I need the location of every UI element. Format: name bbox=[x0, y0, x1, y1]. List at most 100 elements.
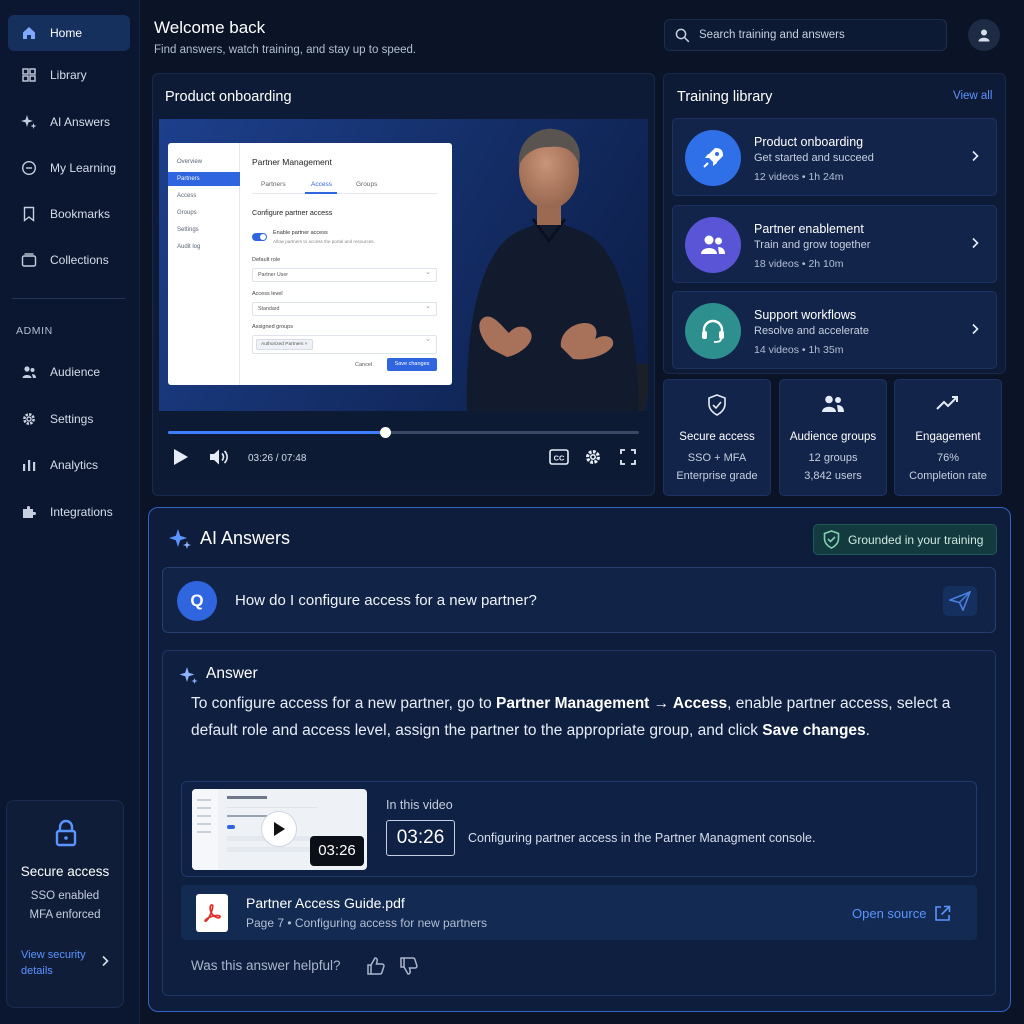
document-meta: Page 7 • Configuring access for new part… bbox=[246, 916, 487, 930]
mock-nav-item: Groups bbox=[177, 210, 197, 216]
library-icon bbox=[20, 66, 38, 84]
grounded-badge: Grounded in your training bbox=[813, 524, 997, 555]
sidebar-item-label: Library bbox=[50, 68, 87, 82]
learning-icon bbox=[20, 159, 38, 177]
volume-icon[interactable] bbox=[209, 448, 229, 466]
course-card-support-workflows[interactable]: Support workflows Resolve and accelerate… bbox=[672, 291, 997, 369]
sidebar-item-my-learning[interactable]: My Learning bbox=[8, 150, 130, 186]
group-icon bbox=[780, 394, 886, 414]
answer-text-part: To configure access for a new partner, g… bbox=[191, 695, 497, 712]
play-icon[interactable] bbox=[261, 811, 297, 847]
secure-access-card: Secure access SSO enabled MFA enforced V… bbox=[6, 800, 124, 1008]
sidebar-item-label: My Learning bbox=[50, 161, 117, 175]
pdf-file-icon bbox=[196, 894, 228, 932]
page-subtitle: Find answers, watch training, and stay u… bbox=[154, 44, 417, 56]
video-player[interactable]: Overview Partners Access Groups Settings… bbox=[159, 119, 648, 411]
course-name: Partner enablement bbox=[754, 222, 864, 236]
mock-nav-item: Partners bbox=[168, 172, 240, 186]
mock-nav: Overview Partners Access Groups Settings… bbox=[168, 143, 240, 385]
trend-icon bbox=[895, 394, 1001, 412]
mock-tab-underline bbox=[305, 192, 337, 194]
course-tagline: Train and grow together bbox=[754, 239, 871, 251]
mock-chip: Authorized Partners × bbox=[256, 339, 313, 350]
stat-card-secure-access: Secure access SSO + MFA Enterprise grade bbox=[663, 379, 771, 496]
stat-line: Enterprise grade bbox=[676, 470, 758, 482]
thumbs-up-icon[interactable] bbox=[366, 956, 386, 976]
send-icon[interactable] bbox=[943, 586, 977, 616]
video-progress-bar[interactable] bbox=[168, 427, 639, 438]
sidebar-item-integrations[interactable]: Integrations bbox=[8, 494, 130, 530]
sidebar-item-label: Bookmarks bbox=[50, 207, 111, 221]
stat-title: Engagement bbox=[915, 431, 981, 443]
mock-tab-divider bbox=[252, 193, 437, 194]
document-name[interactable]: Partner Access Guide.pdf bbox=[246, 895, 405, 911]
external-link-icon[interactable] bbox=[934, 905, 951, 922]
video-controls: 03:26 / 07:48 CC bbox=[159, 411, 648, 481]
bookmark-icon bbox=[20, 205, 38, 223]
mock-nav-item: Settings bbox=[177, 227, 199, 233]
shield-check-icon bbox=[823, 530, 840, 549]
stat-card-audience-groups: Audience groups 12 groups 3,842 users bbox=[779, 379, 887, 496]
mock-nav-item: Access bbox=[177, 193, 197, 199]
in-this-video-label: In this video bbox=[386, 798, 453, 812]
mock-nav-item: Audit log bbox=[177, 244, 201, 250]
secure-card-title: Secure access bbox=[20, 864, 110, 879]
sidebar-item-label: AI Answers bbox=[50, 115, 111, 129]
sidebar-item-settings[interactable]: Settings bbox=[8, 401, 130, 437]
mock-label: Default role bbox=[252, 257, 281, 263]
search-icon bbox=[675, 28, 690, 43]
course-meta: 18 videos • 2h 10m bbox=[754, 258, 844, 270]
avatar[interactable] bbox=[968, 19, 1000, 51]
sidebar-item-ai-answers[interactable]: AI Answers bbox=[8, 104, 130, 140]
sidebar-item-collections[interactable]: Collections bbox=[8, 242, 130, 278]
settings-gear-icon[interactable] bbox=[584, 448, 602, 466]
mock-tab: Groups bbox=[356, 181, 378, 188]
sidebar-item-audience[interactable]: Audience bbox=[8, 354, 130, 390]
play-icon[interactable] bbox=[173, 448, 189, 466]
sparkle-icon bbox=[168, 527, 192, 551]
thumbs-down-icon[interactable] bbox=[399, 956, 419, 976]
course-name: Product onboarding bbox=[754, 135, 864, 149]
view-security-details-link[interactable]: View security details bbox=[21, 947, 101, 979]
svg-text:CC: CC bbox=[554, 454, 565, 463]
search-input[interactable]: Search training and answers bbox=[664, 19, 947, 51]
mock-section: Configure partner access bbox=[252, 208, 333, 217]
chevron-right-icon[interactable] bbox=[101, 955, 109, 967]
chevron-right-icon bbox=[971, 323, 979, 335]
course-card-partner-enablement[interactable]: Partner enablement Train and grow togeth… bbox=[672, 205, 997, 283]
course-card-product-onboarding[interactable]: Product onboarding Get started and succe… bbox=[672, 118, 997, 196]
mock-select: Partner User bbox=[252, 267, 437, 282]
course-tagline: Get started and succeed bbox=[754, 152, 874, 164]
view-all-link[interactable]: View all bbox=[953, 90, 992, 102]
fullscreen-icon[interactable] bbox=[620, 449, 636, 465]
captions-icon[interactable]: CC bbox=[549, 449, 569, 465]
audience-icon bbox=[20, 363, 38, 381]
training-library-title: Training library bbox=[677, 89, 773, 105]
mock-label: Assigned groups bbox=[252, 324, 293, 330]
analytics-icon bbox=[20, 456, 38, 474]
sidebar-item-label: Collections bbox=[50, 253, 109, 267]
mock-tab: Access bbox=[311, 181, 332, 188]
sparkle-icon bbox=[179, 666, 199, 686]
stat-line: 3,842 users bbox=[804, 470, 862, 482]
open-source-link[interactable]: Open source bbox=[852, 906, 926, 921]
question-text[interactable]: How do I configure access for a new part… bbox=[235, 592, 537, 609]
sidebar-item-home[interactable]: Home bbox=[8, 15, 130, 51]
stat-line: 12 groups bbox=[808, 452, 858, 464]
question-box[interactable]: Q How do I configure access for a new pa… bbox=[162, 567, 996, 633]
sidebar-item-analytics[interactable]: Analytics bbox=[8, 447, 130, 483]
secure-card-mfa: MFA enforced bbox=[29, 909, 101, 921]
rocket-icon bbox=[685, 130, 741, 186]
mock-toggle-desc: Allow partners to access the portal and … bbox=[273, 239, 375, 244]
thumbnail-duration: 03:26 bbox=[310, 836, 364, 866]
people-icon bbox=[685, 217, 741, 273]
sidebar-item-bookmarks[interactable]: Bookmarks bbox=[8, 196, 130, 232]
timestamp-button[interactable]: 03:26 bbox=[386, 820, 455, 856]
sidebar-item-label: Settings bbox=[50, 412, 94, 426]
video-scrubber-handle[interactable] bbox=[379, 427, 391, 438]
sidebar-item-library[interactable]: Library bbox=[8, 57, 130, 93]
mock-toggle bbox=[252, 233, 267, 241]
mock-title: Partner Management bbox=[252, 157, 332, 167]
page-title: Welcome back bbox=[154, 18, 266, 37]
answer-text: To configure access for a new partner, g… bbox=[191, 691, 961, 744]
